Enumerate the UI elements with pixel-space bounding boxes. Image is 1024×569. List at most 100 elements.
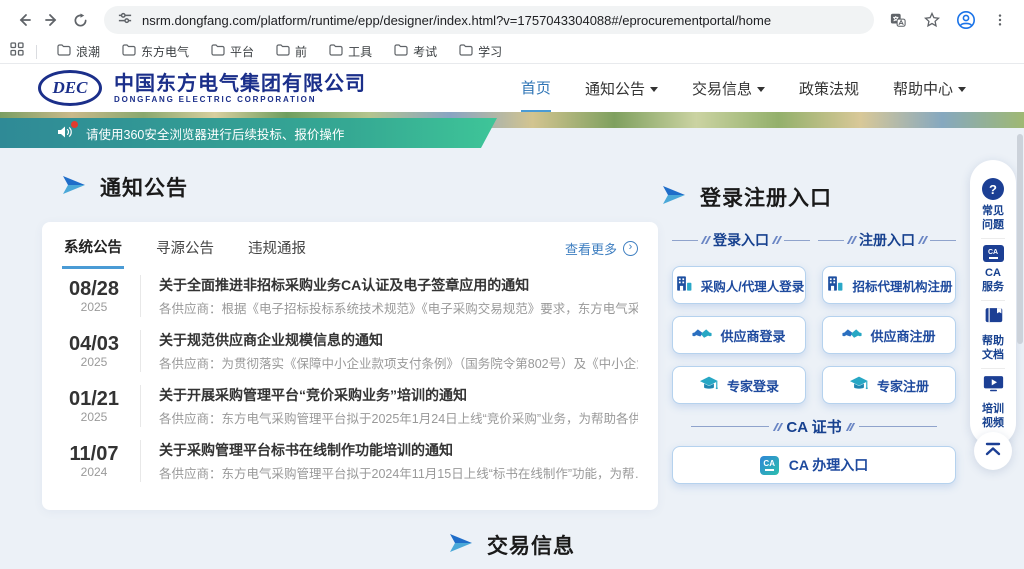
back-icon[interactable]: [10, 6, 38, 34]
nav-help-center[interactable]: 帮助中心: [893, 64, 966, 112]
forward-icon[interactable]: [38, 6, 66, 34]
section-arrow-icon: [662, 184, 686, 211]
ticker-text: 请使用360安全浏览器进行后续投标、报价操作: [86, 124, 344, 143]
ca-certificate-header: CA 证书: [668, 416, 960, 437]
trade-section-title: 交易信息: [487, 530, 575, 560]
tick-marks: [703, 236, 708, 244]
view-more-link[interactable]: 查看更多 ›: [565, 239, 638, 258]
nav-trade-info[interactable]: 交易信息: [692, 64, 765, 112]
notice-title[interactable]: 关于开展采购管理平台“竞价采购业务”培训的通知: [159, 385, 638, 404]
notice-date: 08/28 2025: [62, 278, 126, 314]
company-name-en: DONGFANG ELECTRIC CORPORATION: [114, 95, 366, 104]
bookmark-folder[interactable]: 学习: [451, 41, 510, 62]
star-icon[interactable]: [918, 6, 946, 34]
bookmark-label: 东方电气: [141, 43, 189, 60]
notice-date: 01/21 2025: [62, 388, 126, 424]
caret-down-icon: [958, 87, 966, 92]
notice-excerpt: 各供应商：为贯彻落实《保障中小企业款项支付条例》（国务院令第802号）及《中小企…: [159, 353, 638, 371]
tick-marks: [920, 236, 925, 244]
nav-notices[interactable]: 通知公告: [585, 64, 658, 112]
site-header: DEC 中国东方电气集团有限公司 DONGFANG ELECTRIC CORPO…: [0, 64, 1024, 112]
supplier-login-button[interactable]: 供应商登录: [672, 316, 806, 354]
supplier-register-button[interactable]: 供应商注册: [822, 316, 956, 354]
folder-icon: [57, 44, 71, 59]
building-icon: [674, 274, 693, 296]
bookmark-label: 工具: [348, 43, 372, 60]
profile-icon[interactable]: [952, 6, 980, 34]
bookmark-label: 前: [295, 43, 307, 60]
faq-item[interactable]: ? 常见问题: [981, 172, 1005, 238]
trade-section-title-row: 交易信息: [0, 530, 1024, 560]
bookmark-folder[interactable]: 前: [268, 41, 315, 62]
notice-title[interactable]: 关于采购管理平台标书在线制作功能培训的通知: [159, 440, 638, 459]
notice-title[interactable]: 关于全面推进非招标采购业务CA认证及电子签章应用的通知: [159, 275, 638, 294]
graduation-cap-icon: [849, 375, 869, 396]
graduation-cap-icon: [699, 375, 719, 396]
back-to-top-icon: [984, 441, 1002, 462]
notice-row[interactable]: 08/28 2025 关于全面推进非招标采购业务CA认证及电子签章应用的通知 各…: [62, 268, 638, 323]
notice-row[interactable]: 11/07 2024 关于采购管理平台标书在线制作功能培训的通知 各供应商：东方…: [62, 433, 638, 488]
folder-icon: [276, 44, 290, 59]
bookmarks-bar: 浪潮 东方电气 平台 前 工具 考试 学习: [0, 40, 1024, 64]
folder-icon: [211, 44, 225, 59]
tune-icon[interactable]: [118, 11, 132, 30]
tick-marks: [848, 423, 853, 431]
tab-violation-reports[interactable]: 违规通报: [246, 229, 308, 267]
reload-icon[interactable]: [66, 6, 94, 34]
bookmark-folder[interactable]: 东方电气: [114, 41, 197, 62]
video-icon: [983, 375, 1004, 398]
notice-row[interactable]: 04/03 2025 关于规范供应商企业规模信息的通知 各供应商：为贯彻落实《保…: [62, 323, 638, 378]
tab-sourcing-notices[interactable]: 寻源公告: [154, 229, 216, 267]
expert-register-button[interactable]: 专家注册: [822, 366, 956, 404]
url-bar[interactable]: nsrm.dongfang.com/platform/runtime/epp/d…: [104, 6, 874, 34]
nav-policies[interactable]: 政策法规: [799, 64, 859, 112]
help-docs-item[interactable]: 帮助文档: [981, 301, 1005, 368]
purchaser-agent-login-button[interactable]: 采购人/代理人登录: [672, 266, 806, 304]
login-section-title: 登录注册入口: [662, 182, 832, 212]
bookmark-label: 浪潮: [76, 43, 100, 60]
tab-system-notices[interactable]: 系统公告: [62, 228, 124, 269]
notices-card: 系统公告 寻源公告 违规通报 查看更多 › 08/28 2025 关于全面推进非…: [42, 222, 658, 510]
register-entry-header: 注册入口: [814, 230, 960, 250]
login-entry-header: 登录入口: [668, 230, 814, 250]
section-arrow-icon: [62, 174, 86, 201]
bidding-agency-register-button[interactable]: 招标代理机构注册: [822, 266, 956, 304]
ca-apply-button[interactable]: CA CA 办理入口: [672, 446, 956, 484]
notice-row[interactable]: 01/21 2025 关于开展采购管理平台“竞价采购业务”培训的通知 各供应商：…: [62, 378, 638, 433]
url-text[interactable]: nsrm.dongfang.com/platform/runtime/epp/d…: [142, 13, 771, 28]
bookmark-folder[interactable]: 考试: [386, 41, 445, 62]
bookmark-label: 学习: [478, 43, 502, 60]
folder-icon: [122, 44, 136, 59]
notice-date: 11/07 2024: [62, 443, 126, 479]
apps-grid-icon[interactable]: [10, 42, 24, 61]
notification-dot: [71, 121, 78, 128]
divider: [36, 45, 37, 59]
login-register-headers: 登录入口 注册入口: [668, 230, 960, 250]
bookmark-folder[interactable]: 平台: [203, 41, 262, 62]
training-videos-item[interactable]: 培训视频: [981, 369, 1005, 436]
ca-service-item[interactable]: CA CA服务: [981, 239, 1005, 300]
ca-card-icon: CA: [983, 245, 1004, 262]
notice-excerpt: 各供应商：东方电气采购管理平台拟于2025年1月24日上线“竞价采购”业务，为帮…: [159, 408, 638, 426]
expert-login-button[interactable]: 专家登录: [672, 366, 806, 404]
notice-title[interactable]: 关于规范供应商企业规模信息的通知: [159, 330, 638, 349]
translate-icon[interactable]: [884, 6, 912, 34]
section-arrow-icon: [449, 532, 473, 559]
notice-ticker: 请使用360安全浏览器进行后续投标、报价操作: [0, 118, 497, 148]
question-icon: ?: [982, 178, 1004, 200]
folder-icon: [329, 44, 343, 59]
scrollbar-thumb[interactable]: [1017, 134, 1023, 344]
ca-badge-icon: CA: [760, 456, 779, 475]
building-icon: [825, 274, 844, 296]
bookmark-folder[interactable]: 浪潮: [49, 41, 108, 62]
caret-down-icon: [757, 87, 765, 92]
more-vert-icon[interactable]: [986, 6, 1014, 34]
bookmark-label: 平台: [230, 43, 254, 60]
bookmark-folder[interactable]: 工具: [321, 41, 380, 62]
main-nav: 首页 通知公告 交易信息 政策法规 帮助中心: [521, 64, 966, 112]
back-to-top-button[interactable]: [974, 432, 1012, 470]
nav-home[interactable]: 首页: [521, 64, 551, 112]
handshake-icon: [692, 326, 712, 345]
handshake-icon: [842, 326, 862, 345]
company-logo[interactable]: DEC 中国东方电气集团有限公司 DONGFANG ELECTRIC CORPO…: [38, 70, 366, 106]
